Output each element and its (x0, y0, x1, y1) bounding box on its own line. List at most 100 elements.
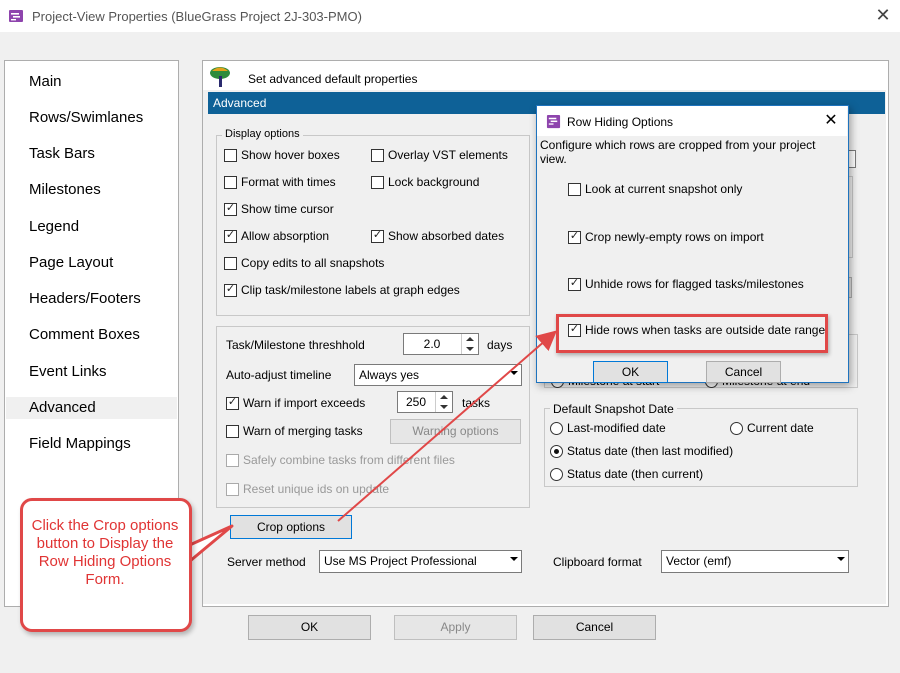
lock-background-label: Lock background (388, 175, 480, 189)
reset-ids-checkbox[interactable] (226, 483, 239, 496)
nav-item-legend[interactable]: Legend (29, 218, 79, 235)
nav-item-event-links[interactable]: Event Links (29, 363, 107, 380)
status-then-current-label: Status date (then current) (567, 467, 704, 481)
safely-combine-label: Safely combine tasks from different file… (243, 453, 455, 467)
warn-merging-checkbox[interactable] (226, 425, 239, 438)
check-icon: ✓ (227, 396, 238, 408)
server-method-dropdown[interactable]: Use MS Project Professional (319, 550, 522, 573)
look-at-current-label: Look at current snapshot only (585, 182, 743, 196)
import-options-group (216, 326, 530, 508)
lock-background-checkbox[interactable] (371, 176, 384, 189)
nav-item-main[interactable]: Main (29, 73, 62, 90)
section-title: Advanced (213, 96, 267, 110)
warn-import-label: Warn if import exceeds (243, 396, 366, 410)
spinner-arrows[interactable] (461, 334, 478, 354)
chevron-down-icon (510, 557, 518, 561)
allow-absorption-checkbox[interactable]: ✓ (224, 229, 237, 243)
check-icon: ✓ (225, 202, 236, 214)
auto-adjust-value: Always yes (359, 368, 420, 382)
warn-import-value: 250 (405, 395, 427, 409)
cancel-button[interactable]: Cancel (533, 615, 656, 640)
allow-absorption-label: Allow absorption (241, 229, 330, 243)
status-then-current-radio[interactable] (550, 468, 563, 481)
status-then-last-radio[interactable] (550, 445, 563, 458)
display-options-label: Display options (222, 128, 303, 140)
warning-options-button[interactable]: Warning options (390, 419, 521, 444)
check-icon: ✓ (372, 229, 383, 241)
spinner-arrows[interactable] (435, 392, 452, 412)
dialog-ok-button[interactable]: OK (593, 361, 668, 383)
annotation-text: Click the Crop options button to Display… (31, 517, 179, 588)
row-hiding-description: Configure which rows are cropped from yo… (540, 138, 816, 166)
clipboard-format-value: Vector (emf) (666, 554, 732, 568)
close-icon[interactable]: ✕ (820, 110, 842, 132)
snapshot-date-label: Default Snapshot Date (550, 402, 677, 416)
last-modified-label: Last-modified date (567, 421, 666, 435)
nav-item-field-mappings[interactable]: Field Mappings (29, 435, 131, 452)
show-absorbed-dates-label: Show absorbed dates (388, 229, 505, 243)
dialog-cancel-button[interactable]: Cancel (706, 361, 781, 383)
app-icon (546, 114, 561, 129)
tree-icon (210, 67, 230, 87)
show-time-cursor-checkbox[interactable]: ✓ (224, 202, 237, 216)
clipboard-format-label: Clipboard format (553, 555, 642, 569)
unhide-flagged-label: Unhide rows for flagged tasks/milestones (585, 277, 804, 291)
safely-combine-checkbox[interactable] (226, 454, 239, 467)
server-method-value: Use MS Project Professional (324, 554, 477, 568)
status-then-last-label: Status date (then last modified) (567, 444, 734, 458)
format-with-times-checkbox[interactable] (224, 176, 237, 189)
clip-labels-checkbox[interactable]: ✓ (224, 283, 237, 297)
current-date-label: Current date (747, 421, 814, 435)
threshold-unit: days (487, 338, 513, 352)
overlay-vst-checkbox[interactable] (371, 149, 384, 162)
nav-item-rows-swimlanes[interactable]: Rows/Swimlanes (29, 109, 143, 126)
copy-edits-label: Copy edits to all snapshots (241, 256, 385, 270)
threshold-value: 2.0 (423, 337, 441, 351)
crop-options-button[interactable]: Crop options (230, 515, 352, 539)
reset-ids-label: Reset unique ids on update (243, 482, 390, 496)
clipboard-format-dropdown[interactable]: Vector (emf) (661, 550, 849, 573)
unhide-flagged-checkbox[interactable]: ✓ (568, 277, 581, 291)
nav-item-headers-footers[interactable]: Headers/Footers (29, 290, 141, 307)
apply-button[interactable]: Apply (394, 615, 517, 640)
check-icon: ✓ (569, 277, 580, 289)
show-time-cursor-label: Show time cursor (241, 202, 334, 216)
threshold-spinner[interactable]: 2.0 (403, 333, 479, 355)
nav-item-milestones[interactable]: Milestones (29, 181, 101, 198)
ok-button[interactable]: OK (248, 615, 371, 640)
chevron-down-icon (837, 557, 845, 561)
check-icon: ✓ (225, 229, 236, 241)
auto-adjust-dropdown[interactable]: Always yes (354, 364, 522, 386)
nav-item-page-layout[interactable]: Page Layout (29, 254, 113, 271)
warn-merging-label: Warn of merging tasks (243, 424, 363, 438)
warn-import-checkbox[interactable]: ✓ (226, 396, 239, 410)
auto-adjust-label: Auto-adjust timeline (226, 368, 332, 382)
overlay-vst-label: Overlay VST elements (388, 148, 508, 162)
header-text: Set advanced default properties (248, 72, 418, 86)
threshold-label: Task/Milestone threshhold (226, 338, 365, 352)
highlight-box (556, 314, 828, 353)
close-icon[interactable]: ✕ (872, 4, 894, 26)
chevron-down-icon (510, 371, 518, 375)
copy-edits-checkbox[interactable] (224, 257, 237, 270)
warn-import-unit: tasks (462, 396, 491, 410)
check-icon: ✓ (225, 283, 236, 295)
show-absorbed-dates-checkbox[interactable]: ✓ (371, 229, 384, 243)
nav-item-advanced[interactable]: Advanced (29, 399, 96, 416)
crop-newly-empty-checkbox[interactable]: ✓ (568, 230, 581, 244)
nav-item-task-bars[interactable]: Task Bars (29, 145, 95, 162)
last-modified-radio[interactable] (550, 422, 563, 435)
callout-join (180, 551, 188, 565)
server-method-label: Server method (227, 555, 306, 569)
format-with-times-label: Format with times (241, 175, 336, 189)
warn-import-spinner[interactable]: 250 (397, 391, 453, 413)
show-hover-boxes-label: Show hover boxes (241, 148, 340, 162)
row-hiding-title: Row Hiding Options (567, 115, 674, 129)
current-date-radio[interactable] (730, 422, 743, 435)
window-title: Project-View Properties (BlueGrass Proje… (32, 9, 362, 24)
look-at-current-checkbox[interactable] (568, 183, 581, 196)
show-hover-boxes-checkbox[interactable] (224, 149, 237, 162)
app-icon (9, 10, 23, 22)
nav-item-comment-boxes[interactable]: Comment Boxes (29, 326, 140, 343)
check-icon: ✓ (569, 230, 580, 242)
